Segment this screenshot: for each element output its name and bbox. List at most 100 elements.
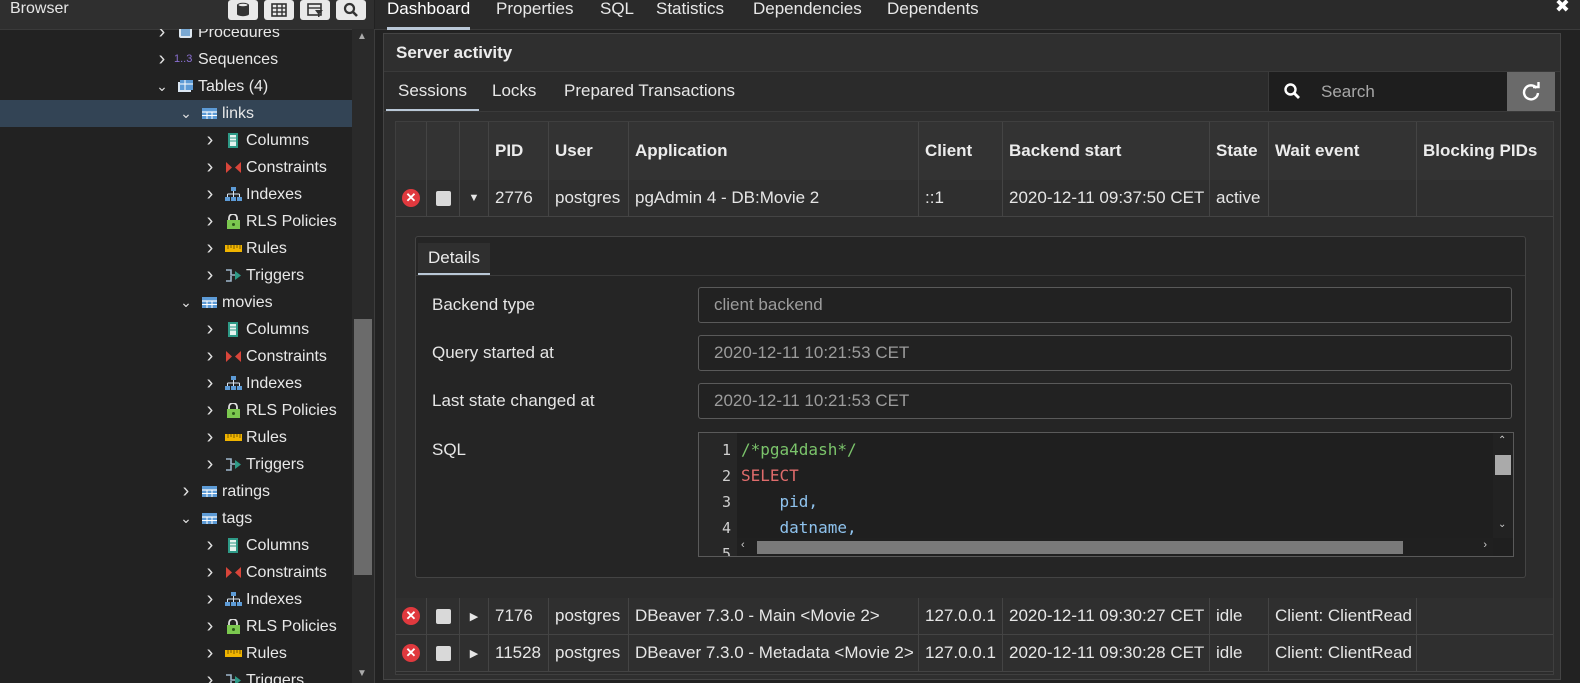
tree-item[interactable]: › RLS Policies xyxy=(0,397,352,424)
chevron-down-icon[interactable]: ⌄ xyxy=(180,505,192,532)
column-header-application[interactable]: Application xyxy=(629,122,919,180)
tree-item[interactable]: › Constraints xyxy=(0,154,352,181)
expand-row-button[interactable]: ▼ xyxy=(460,180,489,216)
tree-item[interactable]: › Rules xyxy=(0,235,352,262)
tree-scroll-thumb[interactable] xyxy=(354,319,372,575)
column-header-client[interactable]: Client xyxy=(919,122,1003,180)
table-row[interactable]: ✕ ▶ 7176 postgres DBeaver 7.3.0 - Main <… xyxy=(396,598,1553,635)
chevron-right-icon[interactable]: › xyxy=(204,154,216,181)
tab-sessions[interactable]: Sessions xyxy=(386,72,479,111)
chevron-right-icon[interactable]: › xyxy=(204,451,216,478)
table-grid-icon[interactable] xyxy=(264,0,294,20)
chevron-right-icon[interactable]: › xyxy=(204,559,216,586)
terminate-session-button[interactable] xyxy=(427,635,460,671)
search-box[interactable] xyxy=(1268,72,1508,111)
tree-item[interactable]: ⌄ Tables (4) xyxy=(0,73,352,100)
chevron-right-icon[interactable]: › xyxy=(204,262,216,289)
cancel-query-button[interactable]: ✕ xyxy=(396,180,427,216)
tab-locks[interactable]: Locks xyxy=(492,72,536,109)
tree-item[interactable]: ⌄ movies xyxy=(0,289,352,316)
scroll-right-icon[interactable]: › xyxy=(1483,539,1487,551)
scroll-up-icon[interactable]: ▲ xyxy=(357,31,367,42)
chevron-down-icon[interactable]: ⌄ xyxy=(156,73,168,100)
sql-horizontal-scrollbar[interactable]: ‹ › xyxy=(737,538,1493,556)
tree-scrollbar[interactable]: ▲ ▼ xyxy=(352,29,375,683)
refresh-button[interactable] xyxy=(1507,72,1555,111)
chevron-right-icon[interactable]: › xyxy=(204,370,216,397)
sql-vertical-scrollbar[interactable]: ⌃ ⌄ xyxy=(1493,433,1513,538)
chevron-right-icon[interactable]: › xyxy=(204,640,216,667)
tab-details[interactable]: Details xyxy=(418,243,490,275)
tree-item[interactable]: › 1..3 Sequences xyxy=(0,46,352,73)
chevron-right-icon[interactable]: › xyxy=(204,127,216,154)
chevron-right-icon[interactable]: › xyxy=(204,667,216,683)
tree-item[interactable]: › ratings xyxy=(0,478,352,505)
chevron-right-icon[interactable]: › xyxy=(204,235,216,262)
tab-dependencies[interactable]: Dependencies xyxy=(753,0,862,27)
expand-row-button[interactable]: ▶ xyxy=(460,635,489,671)
chevron-right-icon[interactable]: › xyxy=(204,316,216,343)
tree-item[interactable]: › Columns xyxy=(0,532,352,559)
filtered-rows-icon[interactable] xyxy=(300,0,330,20)
tab-properties[interactable]: Properties xyxy=(496,0,573,27)
chevron-right-icon[interactable]: › xyxy=(156,46,168,73)
search-input[interactable] xyxy=(1319,72,1503,111)
tree-item[interactable]: › RLS Policies xyxy=(0,613,352,640)
tree-item[interactable]: › Columns xyxy=(0,127,352,154)
terminate-session-button[interactable] xyxy=(427,180,460,216)
database-icon[interactable] xyxy=(228,0,258,20)
column-header-blocking-pids[interactable]: Blocking PIDs xyxy=(1417,122,1553,180)
tree-item[interactable]: ⌄ links xyxy=(0,100,352,127)
tree-item[interactable]: › Rules xyxy=(0,640,352,667)
tree-item[interactable]: › Procedures xyxy=(0,29,352,46)
sql-horizontal-thumb[interactable] xyxy=(757,541,1403,554)
column-header-backend-start[interactable]: Backend start xyxy=(1003,122,1210,180)
tab-dashboard[interactable]: Dashboard xyxy=(387,0,471,30)
chevron-right-icon[interactable]: › xyxy=(156,29,168,46)
chevron-right-icon[interactable]: › xyxy=(204,424,216,451)
scroll-up-icon[interactable]: ⌃ xyxy=(1498,435,1506,446)
chevron-right-icon[interactable]: › xyxy=(204,181,216,208)
tree-item[interactable]: › Triggers xyxy=(0,667,352,683)
scroll-down-icon[interactable]: ⌄ xyxy=(1498,519,1506,530)
terminate-session-button[interactable] xyxy=(427,598,460,634)
sql-vertical-thumb[interactable] xyxy=(1495,455,1511,475)
tab-prepared-transactions[interactable]: Prepared Transactions xyxy=(564,72,735,109)
table-row[interactable]: ✕ ▼ 2776 postgres pgAdmin 4 - DB:Movie 2… xyxy=(396,180,1553,217)
column-header-wait-event[interactable]: Wait event xyxy=(1269,122,1417,180)
column-header-user[interactable]: User xyxy=(549,122,629,180)
chevron-right-icon[interactable]: › xyxy=(204,343,216,370)
backend-type-field[interactable]: client backend xyxy=(698,287,1512,323)
table-row[interactable]: ✕ ▶ 11528 postgres DBeaver 7.3.0 - Metad… xyxy=(396,635,1553,672)
close-icon[interactable]: ✖ xyxy=(1555,0,1570,17)
cancel-query-button[interactable]: ✕ xyxy=(396,598,427,634)
search-icon[interactable] xyxy=(336,0,366,20)
chevron-right-icon[interactable]: › xyxy=(204,586,216,613)
chevron-right-icon[interactable]: › xyxy=(204,613,216,640)
chevron-right-icon[interactable]: › xyxy=(204,532,216,559)
chevron-right-icon[interactable]: › xyxy=(204,397,216,424)
tree-item[interactable]: › Rules xyxy=(0,424,352,451)
query-started-field[interactable]: 2020-12-11 10:21:53 CET xyxy=(698,335,1512,371)
scroll-left-icon[interactable]: ‹ xyxy=(741,539,745,551)
column-header-state[interactable]: State xyxy=(1210,122,1269,180)
tab-sql[interactable]: SQL xyxy=(600,0,634,27)
tab-dependents[interactable]: Dependents xyxy=(887,0,979,27)
tree-item[interactable]: › RLS Policies xyxy=(0,208,352,235)
tree-item[interactable]: › Constraints xyxy=(0,343,352,370)
chevron-right-icon[interactable]: › xyxy=(204,208,216,235)
tree-item[interactable]: › Triggers xyxy=(0,262,352,289)
chevron-down-icon[interactable]: ⌄ xyxy=(180,100,192,127)
column-header-pid[interactable]: PID xyxy=(489,122,549,180)
chevron-down-icon[interactable]: ⌄ xyxy=(180,289,192,316)
tree-item[interactable]: › Indexes xyxy=(0,370,352,397)
tree-item[interactable]: › Indexes xyxy=(0,586,352,613)
sql-editor[interactable]: 12345 /*pga4dash*/SELECT pid, datname, u… xyxy=(698,432,1514,557)
tab-statistics[interactable]: Statistics xyxy=(656,0,724,27)
last-state-changed-field[interactable]: 2020-12-11 10:21:53 CET xyxy=(698,383,1512,419)
tree-item[interactable]: ⌄ tags xyxy=(0,505,352,532)
tree-item[interactable]: › Indexes xyxy=(0,181,352,208)
tree-item[interactable]: › Constraints xyxy=(0,559,352,586)
expand-row-button[interactable]: ▶ xyxy=(460,598,489,634)
cancel-query-button[interactable]: ✕ xyxy=(396,635,427,671)
